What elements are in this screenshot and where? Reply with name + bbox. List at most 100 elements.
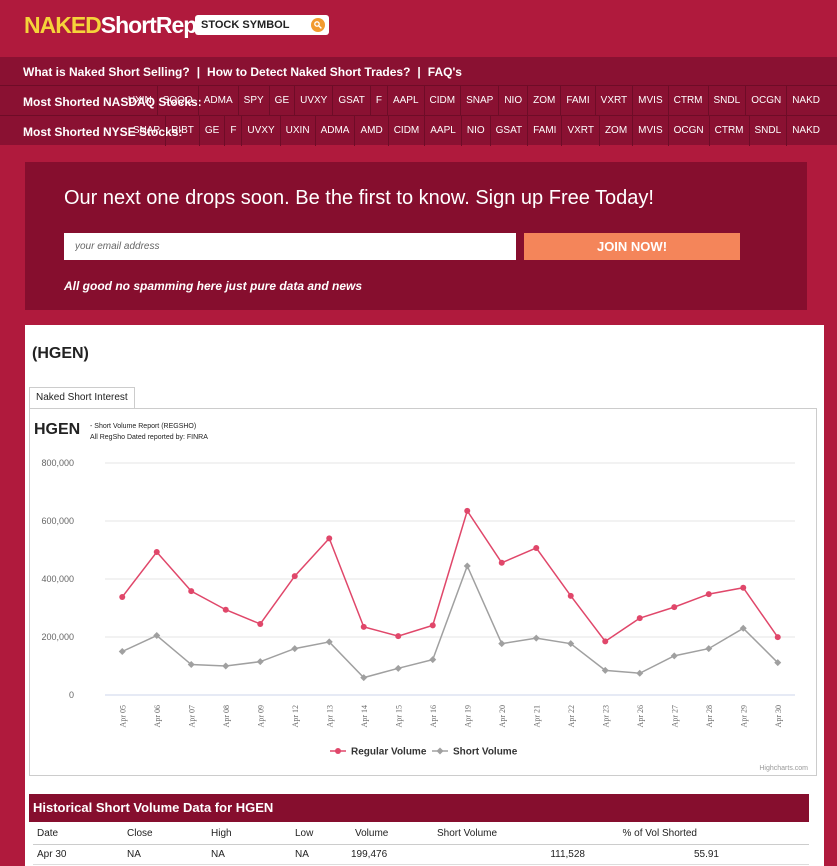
column-header[interactable]: Volume [351, 824, 433, 845]
data-point [532, 634, 540, 642]
nasdaq-ticker-nakd[interactable]: NAKD [786, 86, 825, 116]
column-header[interactable]: % of Vol Shorted [589, 824, 809, 845]
chart-ticker: HGEN [34, 421, 81, 438]
data-point [636, 615, 643, 622]
history-table-section: Historical Short Volume Data for HGEN Da… [29, 794, 809, 866]
data-point [119, 593, 126, 600]
nasdaq-ticker-zom[interactable]: ZOM [527, 86, 560, 116]
stock-search [195, 15, 329, 35]
data-point [360, 623, 367, 630]
data-point [464, 507, 471, 514]
tab-naked-short-interest[interactable]: Naked Short Interest [29, 387, 135, 408]
x-tick-label: Apr 27 [670, 705, 679, 727]
table-cell: Apr 30 [33, 844, 123, 865]
nasdaq-ticker-ge[interactable]: GE [268, 86, 294, 116]
nasdaq-ticker-ctrm[interactable]: CTRM [667, 86, 708, 116]
nyse-ticker-snap[interactable]: SNAP [128, 116, 165, 146]
site-logo[interactable]: NAKEDShortReport [24, 12, 225, 39]
nyse-ticker-vxrt[interactable]: VXRT [561, 116, 599, 146]
data-point [256, 658, 264, 666]
email-field[interactable] [64, 233, 516, 260]
table-cell: 111,528 [433, 844, 589, 865]
x-tick-label: Apr 07 [187, 705, 196, 727]
data-point [222, 662, 230, 670]
nyse-ticker-ocgn[interactable]: OCGN [667, 116, 709, 146]
nyse-ticker-mvis[interactable]: MVIS [632, 116, 667, 146]
column-header[interactable]: Date [33, 824, 123, 845]
nyse-ticker-uxin[interactable]: UXIN [279, 116, 315, 146]
x-tick-label: Apr 05 [118, 705, 127, 727]
volume-chart: 0 200,000 400,000 600,000 800,000 Apr 05 Apr 0… [41, 458, 795, 758]
data-point [671, 604, 678, 611]
table-cell: NA [207, 844, 291, 865]
nyse-ticker-gsat[interactable]: GSAT [489, 116, 527, 146]
nasdaq-ticker-uxin[interactable]: UXIN [123, 86, 157, 116]
column-header[interactable]: High [207, 824, 291, 845]
column-header[interactable]: Short Volume [433, 824, 589, 845]
nasdaq-ticker-nio[interactable]: NIO [498, 86, 527, 116]
chart-subtitle: - Short Volume Report (REGSHO) [90, 423, 197, 430]
nasdaq-ticker-sqqq[interactable]: SQQQ [156, 86, 198, 116]
nasdaq-ticker-fami[interactable]: FAMI [560, 86, 594, 116]
x-tick-label: Apr 22 [567, 705, 576, 727]
nyse-ticker-adma[interactable]: ADMA [314, 116, 355, 146]
nasdaq-ticker-adma[interactable]: ADMA [197, 86, 238, 116]
table-cell: 55.91 [589, 844, 809, 865]
data-point [705, 591, 712, 598]
data-point [498, 559, 505, 566]
nav-link-detect[interactable]: How to Detect Naked Short Trades? [207, 65, 410, 79]
nav-separator: | [417, 65, 421, 79]
table-cell: NA [123, 844, 207, 865]
nav-link-faq[interactable]: FAQ's [428, 65, 462, 79]
nyse-ticker-ribt[interactable]: RIBT [165, 116, 199, 146]
nasdaq-ticker-ocgn[interactable]: OCGN [745, 86, 786, 116]
nasdaq-ticker-aapl[interactable]: AAPL [386, 86, 424, 116]
nyse-ticker-amd[interactable]: AMD [354, 116, 387, 146]
data-point [774, 634, 781, 641]
nyse-ticker-sndl[interactable]: SNDL [748, 116, 787, 146]
x-tick-label: Apr 20 [498, 705, 507, 727]
search-icon[interactable] [311, 18, 325, 32]
data-point [533, 544, 540, 551]
signup-headline: Our next one drops soon. Be the first to… [64, 187, 654, 209]
nasdaq-ticker-gsat[interactable]: GSAT [332, 86, 369, 116]
x-tick-label: Apr 13 [325, 705, 334, 727]
nyse-ticker-nio[interactable]: NIO [460, 116, 490, 146]
nasdaq-ticker-snap[interactable]: SNAP [460, 86, 498, 116]
nasdaq-ticker-vxrt[interactable]: VXRT [594, 86, 633, 116]
nyse-ticker-fami[interactable]: FAMI [527, 116, 561, 146]
nasdaq-ticker-cidm[interactable]: CIDM [423, 86, 461, 116]
nyse-ticker-f[interactable]: F [224, 116, 241, 146]
nyse-ticker-nakd[interactable]: NAKD [786, 116, 825, 146]
top-header: NAKEDShortReport [0, 0, 837, 56]
stock-symbol-input[interactable] [195, 15, 305, 35]
nav-link-what-is[interactable]: What is Naked Short Selling? [23, 65, 190, 79]
nyse-ticker-ge[interactable]: GE [198, 116, 224, 146]
nasdaq-ticker-uvxy[interactable]: UVXY [294, 86, 332, 116]
nasdaq-ticker-list: UXIN SQQQ ADMA SPY GE UVXY GSAT F AAPL CIDM SNAP NI… [123, 86, 825, 116]
main-panel: (HGEN) Naked Short Interest 0 200,000 400,… [25, 325, 824, 866]
column-header[interactable]: Low [291, 824, 351, 845]
x-tick-label: Apr 21 [532, 705, 541, 727]
nyse-ticker-zom[interactable]: ZOM [598, 116, 632, 146]
legend-label[interactable]: Short Volume [453, 747, 518, 758]
chart-credit[interactable]: Highcharts.com [759, 765, 808, 772]
y-tick-label: 200,000 [41, 632, 74, 642]
nasdaq-ticker-sndl[interactable]: SNDL [707, 86, 746, 116]
series-line-regular-volume [121, 509, 779, 643]
nasdaq-ticker-spy[interactable]: SPY [237, 86, 269, 116]
data-point [153, 549, 160, 556]
y-tick-label: 0 [69, 690, 74, 700]
nyse-ticker-ctrm[interactable]: CTRM [708, 116, 749, 146]
join-now-button[interactable]: JOIN NOW! [524, 233, 740, 260]
nasdaq-ticker-f[interactable]: F [369, 86, 387, 116]
nyse-ticker-uvxy[interactable]: UVXY [241, 116, 279, 146]
legend-label[interactable]: Regular Volume [351, 747, 427, 758]
data-point [188, 588, 195, 595]
column-header[interactable]: Close [123, 824, 207, 845]
nyse-ticker-aapl[interactable]: AAPL [424, 116, 461, 146]
nav-separator: | [196, 65, 201, 79]
table-cell: 199,476 [351, 844, 433, 865]
nyse-ticker-cidm[interactable]: CIDM [387, 116, 425, 146]
nasdaq-ticker-mvis[interactable]: MVIS [632, 86, 667, 116]
